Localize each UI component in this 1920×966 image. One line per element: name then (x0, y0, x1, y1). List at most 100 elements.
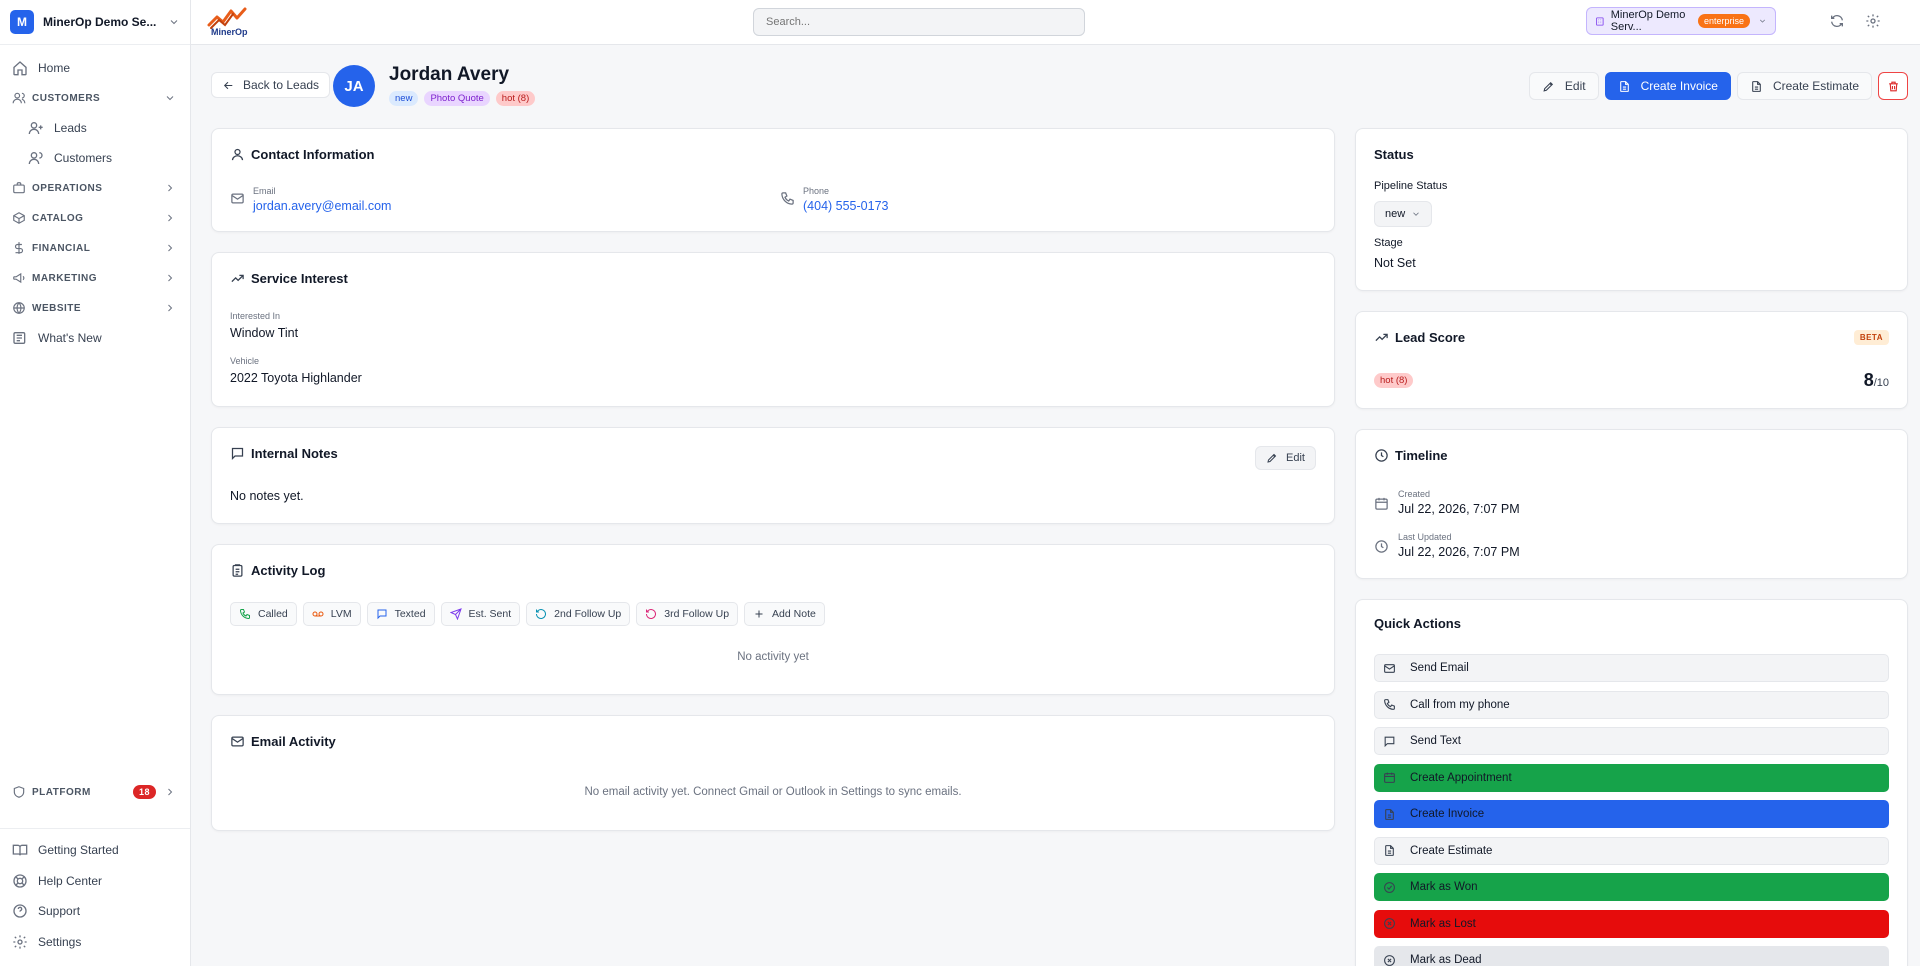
create-estimate-action-button[interactable]: Create Estimate (1374, 836, 1889, 865)
chevron-right-icon (168, 184, 173, 192)
create-appointment-button[interactable]: Create Appointment (1374, 763, 1889, 792)
sidebar-item-leads[interactable]: Leads (0, 113, 190, 143)
card-title-text: Timeline (1395, 448, 1448, 463)
mark-lost-button[interactable]: Mark as Lost (1374, 909, 1889, 938)
file-icon (1752, 80, 1761, 92)
action-label: Create Estimate (1410, 844, 1493, 857)
sidebar-item-help-center[interactable]: Help Center (0, 866, 190, 897)
call-from-phone-button[interactable]: Call from my phone (1374, 690, 1889, 719)
quick-actions-card: Quick Actions Send Email Call from my ph… (1355, 599, 1908, 966)
sidebar: M MinerOp Demo Se... Home CUSTOMERS Lead… (0, 0, 191, 966)
message-square-icon (1384, 736, 1395, 747)
app-logo[interactable]: MinerOp (205, 5, 261, 37)
sidebar-section-customers[interactable]: CUSTOMERS (0, 83, 190, 113)
called-button[interactable]: Called (230, 602, 297, 626)
package-icon (13, 212, 25, 224)
sidebar-item-label: What's New (38, 331, 102, 345)
sidebar-section-platform[interactable]: PLATFORM 18 (0, 780, 190, 804)
message-square-icon (377, 609, 387, 620)
org-switcher[interactable]: M MinerOp Demo Se... (0, 0, 190, 45)
notes-empty: No notes yet. (230, 489, 304, 503)
action-label: Create Invoice (1410, 808, 1485, 820)
sidebar-section-website[interactable]: WEBSITE (0, 293, 190, 323)
action-label: Mark as Dead (1410, 954, 1482, 966)
sidebar-section-label: MARKETING (32, 272, 98, 284)
chip-label: Texted (394, 608, 426, 620)
create-invoice-button[interactable]: Create Invoice (1604, 72, 1731, 100)
mark-dead-button[interactable]: Mark as Dead (1374, 946, 1889, 966)
phone-label: Phone (803, 186, 830, 196)
edit-label: Edit (1286, 452, 1305, 464)
delete-button[interactable] (1878, 72, 1908, 100)
clock-icon (1375, 540, 1388, 553)
org-name: MinerOp Demo Se... (43, 15, 157, 29)
send-text-button[interactable]: Send Text (1374, 727, 1889, 755)
create-estimate-button[interactable]: Create Estimate (1736, 72, 1872, 100)
org-avatar: M (10, 10, 34, 34)
sidebar-section-label: WEBSITE (32, 302, 82, 314)
chip-label: 3rd Follow Up (664, 608, 730, 620)
card-title-text: Activity Log (251, 563, 326, 578)
sidebar-item-home[interactable]: Home (0, 53, 190, 83)
card-title: Status (1374, 147, 1414, 162)
email-link[interactable]: jordan.avery@email.com (253, 199, 391, 213)
pipeline-status-select[interactable]: new (1374, 201, 1433, 227)
lvm-button[interactable]: LVM (302, 602, 361, 626)
create-invoice-action-button[interactable]: Create Invoice (1374, 800, 1889, 828)
stage-label: Stage (1374, 237, 1403, 249)
lifebuoy-icon (13, 874, 27, 888)
email-activity-empty: No email activity yet. Connect Gmail or … (584, 786, 962, 798)
score-max: /10 (1873, 377, 1889, 389)
check-circle-icon (1384, 881, 1395, 893)
edit-button[interactable]: Edit (1528, 72, 1599, 100)
create-invoice-label: Create Invoice (1640, 79, 1718, 93)
sidebar-section-label: CATALOG (32, 212, 84, 224)
sidebar-section-catalog[interactable]: CATALOG (0, 203, 190, 233)
status-badge: new (389, 91, 419, 106)
service-interest-card: Service Interest Interested In Window Ti… (211, 252, 1335, 407)
sidebar-section-financial[interactable]: FINANCIAL (0, 233, 190, 263)
internal-notes-card: Internal Notes Edit No notes yet. (211, 427, 1335, 524)
add-note-button[interactable]: Add Note (744, 602, 825, 626)
send-email-button[interactable]: Send Email (1374, 654, 1889, 682)
sidebar-item-getting-started[interactable]: Getting Started (0, 835, 190, 866)
phone-link[interactable]: (404) 555-0173 (803, 199, 888, 213)
interested-label: Interested In (230, 311, 281, 321)
book-icon (12, 844, 28, 856)
back-to-leads-button[interactable]: Back to Leads (211, 72, 331, 98)
sidebar-section-marketing[interactable]: MARKETING (0, 263, 190, 293)
pipeline-status-label: Pipeline Status (1374, 180, 1448, 192)
refresh-icon[interactable] (1829, 13, 1845, 29)
sidebar-item-support[interactable]: Support (0, 896, 190, 927)
org-switch-dropdown[interactable]: MinerOp Demo Serv... enterprise (1586, 7, 1776, 35)
mark-won-button[interactable]: Mark as Won (1374, 873, 1889, 901)
texted-button[interactable]: Texted (366, 602, 435, 626)
estimate-sent-button[interactable]: Est. Sent (440, 602, 521, 626)
sidebar-item-label: Support (38, 904, 81, 919)
edit-notes-button[interactable]: Edit (1255, 446, 1316, 470)
search-input[interactable] (753, 8, 1085, 36)
gear-icon[interactable] (1865, 13, 1881, 29)
user-plus-icon (28, 122, 43, 135)
shield-icon (13, 786, 25, 798)
back-label: Back to Leads (243, 78, 320, 92)
sidebar-item-customers[interactable]: Customers (0, 143, 190, 173)
stage-value: Not Set (1374, 256, 1416, 270)
sidebar-item-settings[interactable]: Settings (0, 927, 190, 958)
third-follow-up-button[interactable]: 3rd Follow Up (636, 602, 739, 626)
sidebar-item-whats-new[interactable]: What's New (0, 323, 190, 353)
card-title-text: Contact Information (251, 147, 375, 162)
sidebar-item-label: Settings (38, 934, 82, 949)
second-follow-up-button[interactable]: 2nd Follow Up (526, 602, 631, 626)
card-title: Lead Score (1374, 330, 1465, 345)
sidebar-section-operations[interactable]: OPERATIONS (0, 173, 190, 203)
updated-value: Jul 22, 2026, 7:07 PM (1398, 545, 1520, 559)
home-icon (13, 61, 27, 76)
org-switch-label: MinerOp Demo Serv... (1610, 9, 1686, 33)
sidebar-item-label: Help Center (38, 873, 103, 888)
chip-label: Called (258, 608, 288, 620)
action-label: Mark as Won (1410, 881, 1478, 893)
help-circle-icon (13, 904, 27, 918)
action-label: Create Appointment (1410, 771, 1512, 784)
activity-empty: No activity yet (737, 651, 809, 663)
